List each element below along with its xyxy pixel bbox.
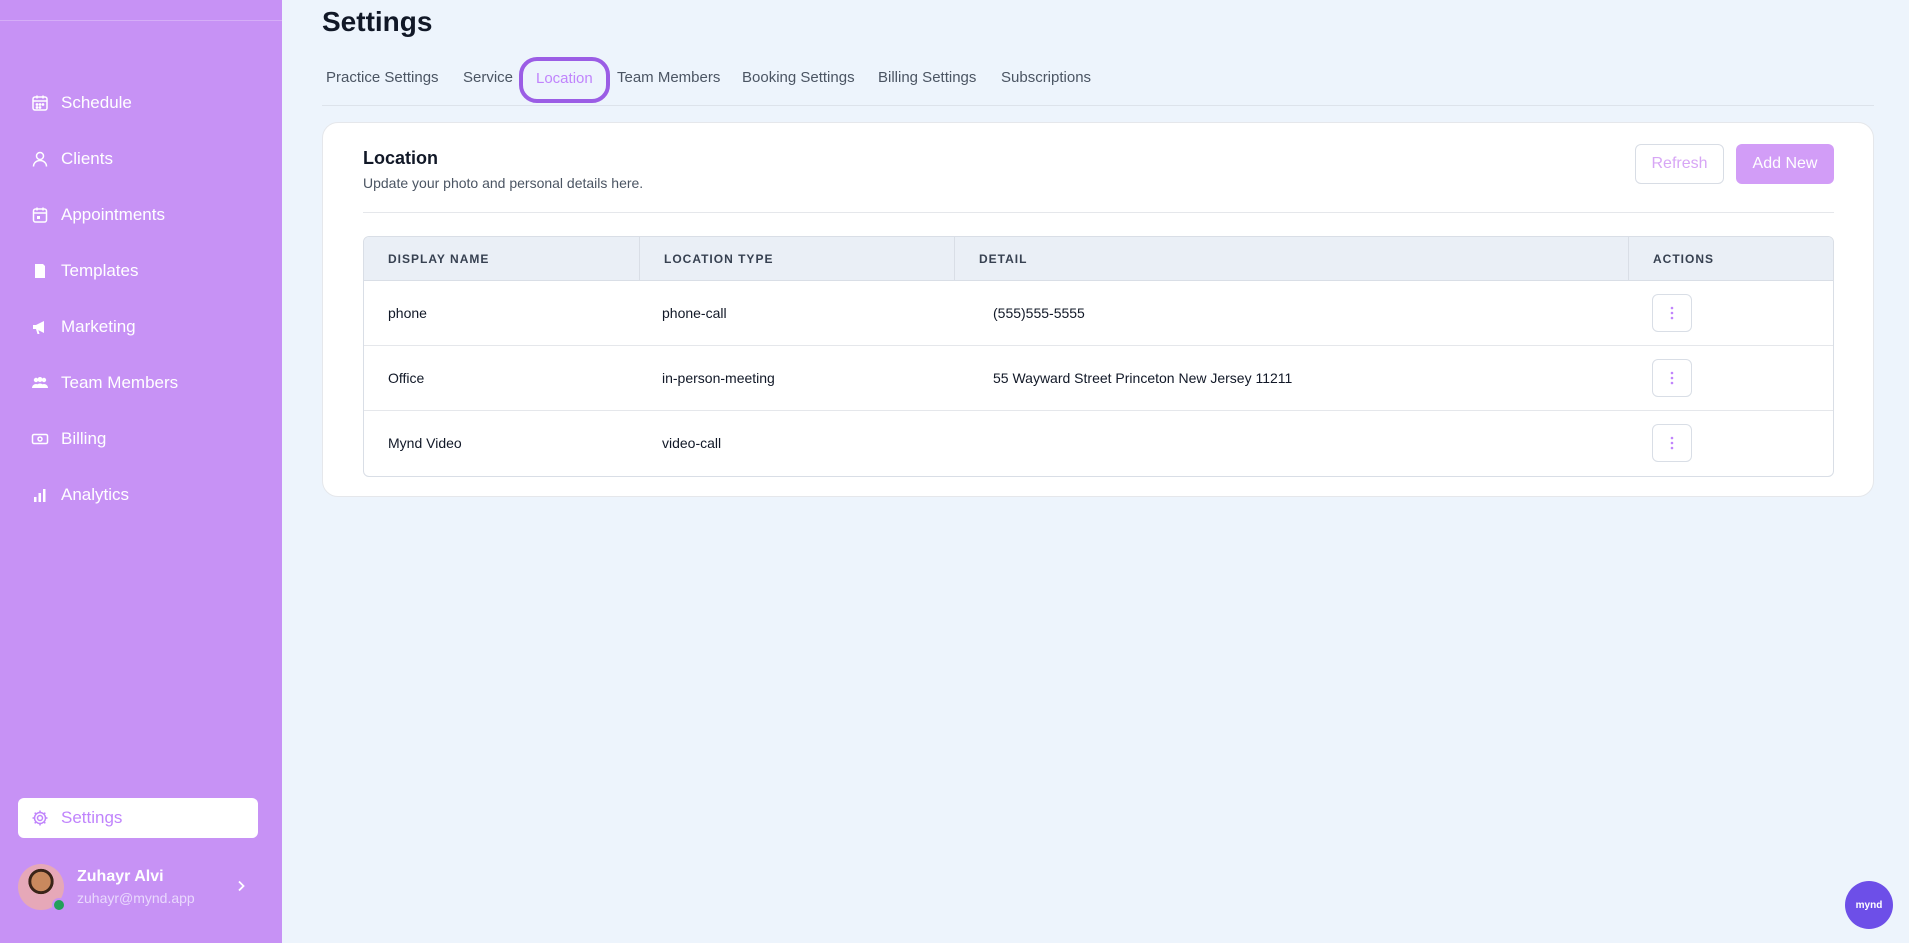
cell-display-name: Office xyxy=(388,370,425,386)
add-new-button[interactable]: Add New xyxy=(1736,144,1834,184)
sidebar-item-label: Clients xyxy=(61,149,113,168)
sidebar-item-clients[interactable]: Clients xyxy=(18,131,258,187)
sidebar-nav: Schedule Clients Appointments Templates … xyxy=(18,75,258,523)
gear-icon xyxy=(31,809,49,827)
sidebar-item-label: Analytics xyxy=(61,485,130,504)
user-name: Zuhayr Alvi xyxy=(77,868,164,885)
row-actions-button[interactable] xyxy=(1652,424,1692,462)
user-email: zuhayr@mynd.app xyxy=(77,890,195,906)
user-icon xyxy=(31,150,49,168)
column-header-location-type: LOCATION TYPE xyxy=(639,237,954,281)
sidebar-item-billing[interactable]: Billing xyxy=(18,411,258,467)
document-icon xyxy=(31,262,49,280)
table-row: phone phone-call (555)555-5555 xyxy=(364,281,1833,346)
cell-detail: 55 Wayward Street Princeton New Jersey 1… xyxy=(993,370,1293,386)
avatar xyxy=(18,864,66,912)
sidebar-item-marketing[interactable]: Marketing xyxy=(18,299,258,355)
column-header-actions: ACTIONS xyxy=(1628,237,1833,281)
cash-icon xyxy=(31,430,49,448)
chart-bar-icon xyxy=(31,486,49,504)
chevron-right-icon[interactable] xyxy=(234,879,248,893)
page-title: Settings xyxy=(322,6,433,37)
tab-team-members[interactable]: Team Members xyxy=(617,58,720,98)
sidebar-item-analytics[interactable]: Analytics xyxy=(18,467,258,523)
tab-subscriptions[interactable]: Subscriptions xyxy=(1001,58,1091,98)
cell-detail xyxy=(969,411,993,476)
kebab-menu-icon xyxy=(1670,371,1674,385)
locations-table: DISPLAY NAME LOCATION TYPE DETAIL ACTION… xyxy=(363,236,1834,477)
row-actions-button[interactable] xyxy=(1652,359,1692,397)
user-info: Zuhayr Alvi zuhayr@mynd.app xyxy=(77,868,195,906)
calendar-icon xyxy=(31,94,49,112)
cell-location-type: video-call xyxy=(662,435,722,451)
cell-display-name: phone xyxy=(388,305,427,321)
cell-location-type: in-person-meeting xyxy=(662,370,775,386)
tab-practice-settings[interactable]: Practice Settings xyxy=(326,58,439,98)
tab-billing-settings[interactable]: Billing Settings xyxy=(878,58,976,98)
sidebar-item-label: Templates xyxy=(61,261,139,280)
calendar-check-icon xyxy=(31,206,49,224)
sidebar: Schedule Clients Appointments Templates … xyxy=(0,0,282,943)
tab-service[interactable]: Service xyxy=(463,58,513,98)
sidebar-item-label: Settings xyxy=(61,808,123,827)
sidebar-item-label: Marketing xyxy=(61,317,136,336)
refresh-button[interactable]: Refresh xyxy=(1635,144,1724,184)
column-header-detail: DETAIL xyxy=(954,237,1628,281)
sidebar-item-label: Team Members xyxy=(61,373,179,392)
tab-booking-settings[interactable]: Booking Settings xyxy=(742,58,855,98)
mynd-chat-widget[interactable]: mynd xyxy=(1845,881,1893,929)
sidebar-divider xyxy=(0,20,282,21)
sidebar-item-templates[interactable]: Templates xyxy=(18,243,258,299)
sidebar-item-appointments[interactable]: Appointments xyxy=(18,187,258,243)
cell-display-name: Mynd Video xyxy=(388,435,462,451)
table-header: DISPLAY NAME LOCATION TYPE DETAIL ACTION… xyxy=(364,237,1833,281)
card-subtitle: Update your photo and personal details h… xyxy=(363,175,644,191)
sidebar-item-label: Appointments xyxy=(61,205,165,224)
settings-tabs: Practice Settings Service Location Team … xyxy=(322,57,1874,106)
user-profile[interactable]: Zuhayr Alvi zuhayr@mynd.app xyxy=(18,862,258,912)
sidebar-item-team-members[interactable]: Team Members xyxy=(18,355,258,411)
sidebar-item-label: Billing xyxy=(61,429,107,448)
table-row: Office in-person-meeting 55 Wayward Stre… xyxy=(364,346,1833,411)
sidebar-item-schedule[interactable]: Schedule xyxy=(18,75,258,131)
row-actions-button[interactable] xyxy=(1652,294,1692,332)
online-status-indicator xyxy=(52,898,66,912)
cell-detail: (555)555-5555 xyxy=(993,305,1085,321)
table-row: Mynd Video video-call xyxy=(364,411,1833,476)
kebab-menu-icon xyxy=(1670,306,1674,320)
sidebar-item-settings[interactable]: Settings xyxy=(18,798,258,838)
location-card: Location Update your photo and personal … xyxy=(322,122,1874,497)
cell-location-type: phone-call xyxy=(662,305,727,321)
tab-location[interactable]: Location xyxy=(519,57,610,103)
card-divider xyxy=(363,212,1834,213)
megaphone-icon xyxy=(31,318,49,336)
kebab-menu-icon xyxy=(1670,436,1674,450)
sidebar-item-label: Schedule xyxy=(61,93,132,112)
column-header-display-name: DISPLAY NAME xyxy=(388,252,490,266)
card-title: Location xyxy=(363,148,438,168)
team-icon xyxy=(31,374,49,392)
